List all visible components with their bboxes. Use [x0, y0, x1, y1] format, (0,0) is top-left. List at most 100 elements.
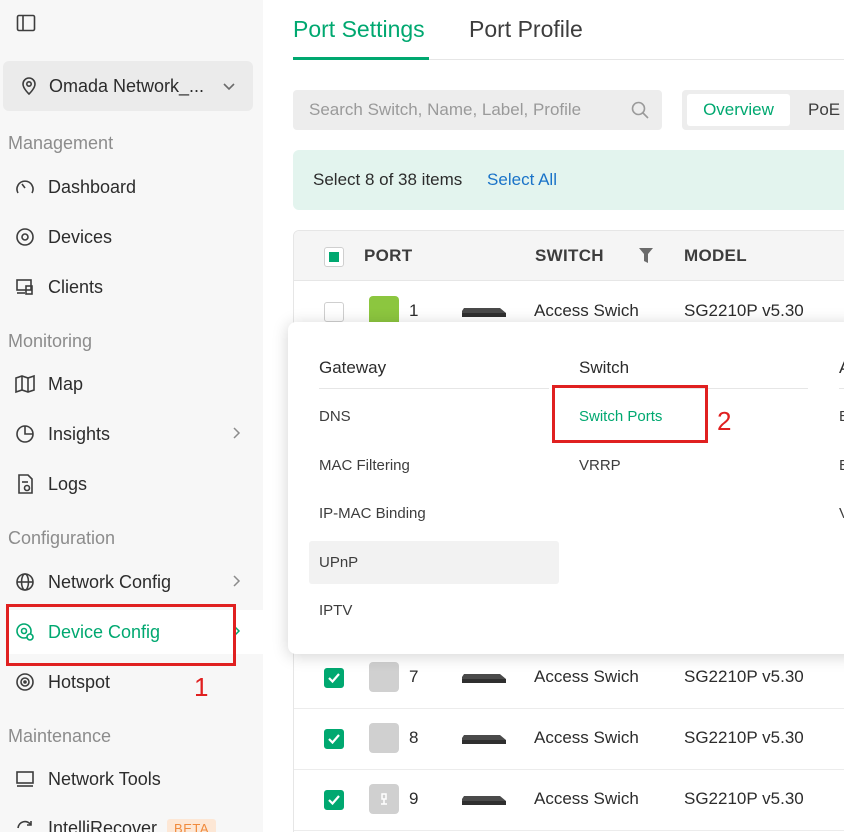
sidebar: Omada Network_... Management Dashboard D… [0, 0, 263, 832]
poe-toggle[interactable]: PoE [808, 94, 840, 126]
port-number: 1 [409, 301, 419, 320]
table-row[interactable]: 7 Access Swich SG2210P v5.30 [294, 648, 844, 709]
clients-icon [16, 279, 33, 295]
row-checkbox[interactable] [324, 790, 344, 810]
annotation-number-1: 1 [194, 672, 209, 702]
site-selector[interactable]: Omada Network_... [3, 61, 253, 111]
sidebar-item-label: Clients [48, 276, 104, 297]
menu-item-third-2[interactable]: E [839, 457, 844, 474]
search-icon [631, 101, 649, 119]
switch-model: SG2210P v5.30 [684, 301, 804, 320]
switch-model: SG2210P v5.30 [684, 667, 804, 686]
sidebar-item-insights[interactable]: Insights [6, 412, 263, 456]
switch-name: Access Swich [534, 301, 639, 320]
sidebar-item-dashboard[interactable]: Dashboard [6, 165, 263, 209]
sidebar-item-label: Hotspot [48, 671, 111, 692]
uplink-icon [381, 793, 387, 805]
menu-item-mac-filtering[interactable]: MAC Filtering [319, 457, 410, 474]
logs-icon [18, 474, 33, 494]
sidebar-item-clients[interactable]: Clients [6, 265, 263, 309]
menu-item-iptv[interactable]: IPTV [319, 602, 352, 619]
switch-name: Access Swich [534, 789, 639, 808]
sidebar-item-label: Devices [48, 226, 113, 247]
menu-item-vrrp[interactable]: VRRP [579, 457, 621, 474]
port-number: 9 [409, 789, 419, 808]
select-all-checkbox[interactable] [324, 247, 344, 267]
menu-heading-gateway: Gateway [319, 358, 387, 377]
sidebar-item-hotspot[interactable]: Hotspot [6, 660, 263, 704]
sidebar-item-label: Logs [48, 473, 88, 494]
menu-item-ip-mac-binding[interactable]: IP-MAC Binding [319, 505, 426, 522]
chevron-right-icon [233, 427, 241, 439]
row-checkbox[interactable] [324, 668, 344, 688]
header-switch[interactable]: SWITCH [535, 246, 604, 266]
chevron-right-icon [233, 575, 241, 587]
sidebar-item-intellirecover[interactable]: IntelliRecover BETA [6, 806, 263, 832]
switch-model: SG2210P v5.30 [684, 728, 804, 747]
select-all-link[interactable]: Select All [487, 170, 557, 189]
menu-item-dns[interactable]: DNS [319, 408, 351, 425]
sidebar-item-logs[interactable]: Logs [6, 462, 263, 506]
filter-icon[interactable] [639, 248, 653, 264]
annotation-box-device-config [6, 604, 236, 666]
row-checkbox[interactable] [324, 302, 344, 322]
devices-icon [16, 228, 34, 246]
intellirecover-icon [17, 820, 32, 829]
menu-item-third-3[interactable]: V [839, 505, 844, 522]
sidebar-item-label: IntelliRecover [48, 817, 158, 832]
switch-device-icon [462, 796, 506, 805]
globe-icon [16, 573, 34, 591]
active-tab-indicator [293, 57, 429, 60]
sidebar-item-network-config[interactable]: Network Config [6, 560, 263, 604]
beta-badge: BETA [167, 818, 217, 832]
switch-name: Access Swich [534, 667, 639, 686]
switch-device-icon [462, 674, 506, 683]
view-toggle: Overview PoE [682, 90, 844, 130]
section-management: Management [8, 133, 114, 153]
sidebar-item-label: Insights [48, 423, 111, 444]
port-status-icon [369, 723, 399, 753]
menu-item-third-1[interactable]: E [839, 408, 844, 425]
table-row[interactable]: 8 Access Swich SG2210P v5.30 [294, 709, 844, 770]
switch-device-icon [462, 308, 506, 317]
port-number: 8 [409, 728, 419, 747]
row-checkbox[interactable] [324, 729, 344, 749]
selection-banner: Select 8 of 38 items Select All [293, 150, 844, 210]
sidebar-item-devices[interactable]: Devices [6, 215, 263, 259]
sidebar-item-map[interactable]: Map [6, 362, 263, 406]
sidebar-item-label: Map [48, 373, 84, 394]
port-status-icon [369, 784, 399, 814]
section-maintenance: Maintenance [8, 726, 112, 746]
map-icon [15, 374, 35, 394]
table-row[interactable]: 9 Access Swich SG2210P v5.30 [294, 770, 844, 831]
sidebar-item-label: Network Tools [48, 768, 161, 789]
device-config-menu: Gateway Switch A DNS MAC Filtering IP-MA… [288, 322, 844, 654]
menu-divider [839, 388, 844, 389]
selection-count: Select 8 of 38 items [313, 170, 463, 189]
tab-port-profile[interactable]: Port Profile [469, 16, 583, 43]
menu-item-upnp[interactable]: UPnP [309, 541, 559, 584]
table-header: PORT SWITCH MODEL [294, 231, 844, 281]
sidebar-item-label: Dashboard [48, 176, 137, 197]
sidebar-item-network-tools[interactable]: Network Tools [6, 757, 263, 801]
network-tools-icon [16, 771, 34, 787]
header-port[interactable]: PORT [364, 246, 412, 266]
section-configuration: Configuration [8, 528, 116, 548]
dashboard-gauge-icon [16, 180, 34, 194]
menu-heading-third: A [839, 358, 844, 378]
site-name: Omada Network_... [49, 75, 205, 96]
overview-toggle[interactable]: Overview [687, 94, 790, 126]
header-model[interactable]: MODEL [684, 246, 747, 266]
sidebar-toggle-icon[interactable] [16, 13, 36, 33]
annotation-number-2: 2 [717, 406, 732, 436]
location-pin-icon [22, 77, 36, 96]
switch-name: Access Swich [534, 728, 639, 747]
port-status-icon [369, 662, 399, 692]
search-placeholder: Search Switch, Name, Label, Profile [309, 100, 582, 119]
annotation-box-switch-ports [552, 385, 708, 443]
port-number: 7 [409, 667, 419, 686]
chevron-down-icon [223, 83, 235, 91]
insights-pie-icon [16, 425, 34, 443]
tab-port-settings[interactable]: Port Settings [293, 16, 425, 43]
search-input[interactable]: Search Switch, Name, Label, Profile [293, 90, 662, 130]
